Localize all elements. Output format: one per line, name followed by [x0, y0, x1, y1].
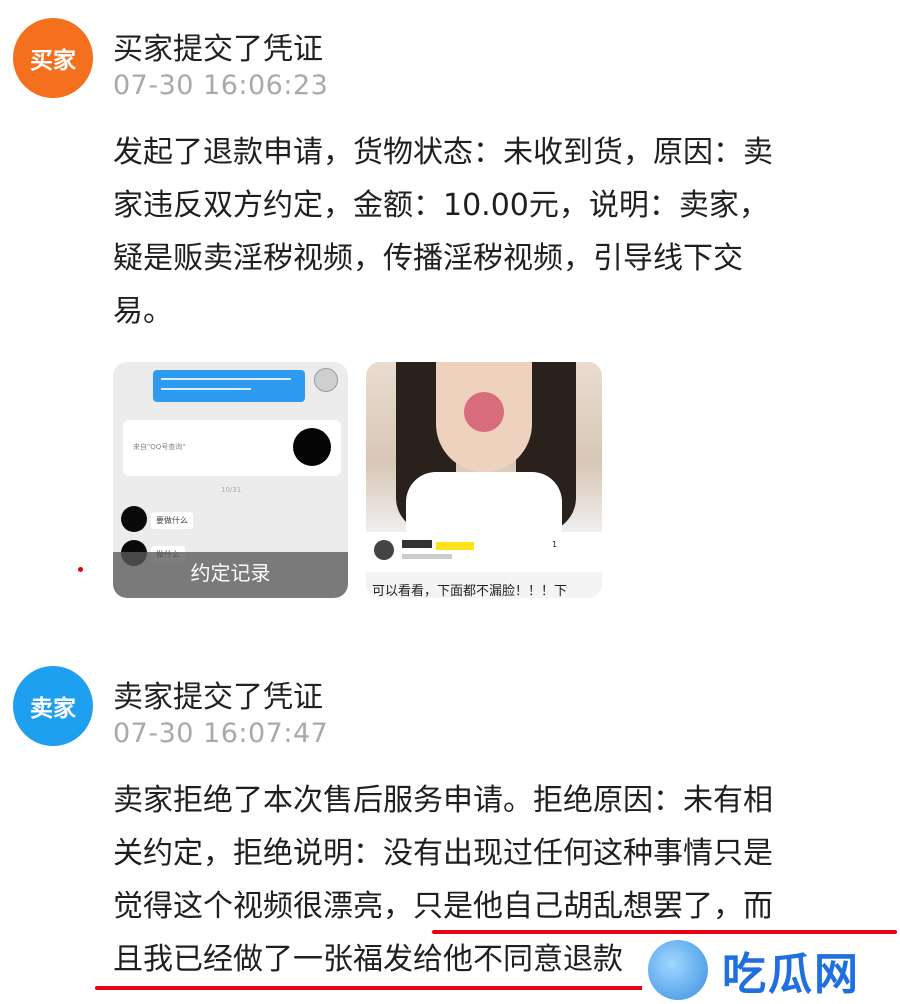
red-underline [432, 930, 897, 934]
entry-title-seller: 卖家提交了凭证 [113, 680, 323, 715]
entry-time-seller: 07-30 16:07:47 [113, 718, 329, 749]
buyer-avatar: 买家 [13, 18, 93, 98]
entry-title-buyer: 买家提交了凭证 [113, 32, 323, 67]
contact-card: 来自"QQ号查询" [123, 420, 341, 476]
thumbnail-overlay-label: 约定记录 [113, 552, 348, 598]
desc-line: 易。 [113, 294, 173, 329]
chat-bubble [153, 370, 305, 402]
desc-line: 疑是贩卖淫秽视频，传播淫秽视频，引导线下交 [113, 241, 743, 276]
evidence-thumbnail-video[interactable]: 1 可以看看，下面都不漏脸！！！下 [366, 362, 602, 598]
count-label: 1 [552, 540, 558, 549]
watermark-logo-icon [648, 940, 708, 1000]
creator-badge [436, 542, 474, 550]
chat-avatar [121, 506, 147, 532]
chat-date: 10/31 [221, 486, 242, 494]
desc-line: 发起了退款申请，货物状态：未收到货，原因：卖 [113, 135, 773, 170]
creator-avatar [374, 540, 394, 560]
video-still-image [366, 362, 602, 532]
seller-avatar: 卖家 [13, 666, 93, 746]
desc-line: 关约定，拒绝说明：没有出现过任何这种事情只是 [113, 836, 773, 871]
video-caption: 可以看看，下面都不漏脸！！！下 [372, 584, 568, 598]
entry-description-buyer: 发起了退款申请，货物状态：未收到货，原因：卖 家违反双方约定，金额：10.00元… [113, 126, 883, 338]
evidence-thumbnail-chat[interactable]: 来自"QQ号查询" 10/31 要做什么 做什么 约定记录 [113, 362, 348, 598]
red-marker [78, 567, 83, 572]
desc-line: 卖家拒绝了本次售后服务申请。拒绝原因：未有相 [113, 783, 773, 818]
video-info-bar: 1 [366, 532, 602, 572]
site-watermark: 吃瓜网 [642, 936, 900, 1004]
red-underline [95, 986, 655, 990]
entry-time-buyer: 07-30 16:06:23 [113, 70, 329, 101]
card-text: 来自"QQ号查询" [133, 443, 186, 451]
desc-line: 家违反双方约定，金额：10.00元，说明：卖家， [113, 188, 769, 223]
card-avatar [293, 428, 331, 466]
desc-line: 觉得这个视频很漂亮，只是他自己胡乱想罢了，而 [113, 889, 773, 924]
avatar [314, 368, 338, 392]
chat-message: 要做什么 [151, 512, 193, 529]
watermark-text: 吃瓜网 [722, 949, 860, 1000]
